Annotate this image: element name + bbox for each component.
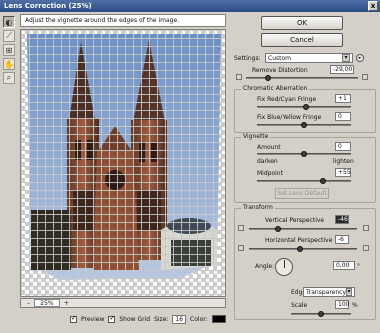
show-grid-label: Show Grid: [119, 315, 151, 323]
red-cyan-field[interactable]: +1: [335, 94, 351, 103]
zoom-out-button[interactable]: –: [27, 300, 30, 307]
grid-color-swatch[interactable]: [211, 315, 226, 323]
cancel-button[interactable]: Cancel: [261, 33, 343, 47]
edge-dropdown[interactable]: Transparency ▾: [303, 287, 355, 297]
remove-distortion-field[interactable]: -29,00: [330, 65, 354, 74]
chevron-down-icon: ▾: [346, 288, 352, 296]
grid-color-label: Color:: [190, 315, 208, 323]
red-cyan-thumb[interactable]: [302, 104, 309, 110]
chevron-down-icon: ▾: [342, 54, 350, 62]
scale-thumb[interactable]: [318, 311, 324, 317]
horizontal-right-icon: [363, 245, 369, 251]
red-cyan-slider[interactable]: [257, 104, 351, 110]
grid-size-label: Size:: [154, 315, 169, 323]
red-cyan-label: Fix Red/Cyan Fringe: [257, 96, 317, 103]
angle-field[interactable]: 0,00: [333, 261, 355, 270]
hand-tool-icon[interactable]: ✋: [3, 58, 15, 70]
angle-label: Angle:: [255, 263, 275, 270]
chromatic-title: Chromatic Aberration: [241, 85, 310, 92]
tool-palette: ◐ ⟋ ⊞ ✋ ⌕: [3, 16, 17, 86]
horizontal-perspective-label: Horizontal Perspective: [265, 237, 333, 244]
horizontal-perspective-field[interactable]: -6: [335, 235, 349, 244]
chromatic-group: Chromatic Aberration Fix Red/Cyan Fringe…: [234, 85, 376, 133]
vertical-perspective-field[interactable]: -46: [335, 215, 349, 224]
grid-size-field[interactable]: 16: [172, 314, 187, 324]
midpoint-label: Midpoint: [257, 170, 283, 177]
midpoint-field[interactable]: +55: [335, 168, 351, 177]
zoom-in-button[interactable]: +: [64, 300, 69, 307]
image-preview[interactable]: [20, 29, 226, 297]
angle-unit: °: [357, 263, 360, 270]
close-button[interactable]: x: [368, 1, 378, 11]
vertical-perspective-thumb[interactable]: [275, 226, 282, 232]
vertical-left-icon: [238, 225, 244, 231]
scale-label: Scale: [291, 302, 308, 309]
pincushion-icon: [236, 74, 242, 80]
preview-label: Preview: [81, 315, 105, 323]
midpoint-thumb[interactable]: [319, 178, 326, 184]
zoom-bar: – 25% +: [20, 298, 226, 308]
amount-thumb[interactable]: [301, 151, 307, 157]
settings-label: Settings:: [234, 54, 261, 62]
ok-button[interactable]: OK: [261, 16, 343, 30]
lighten-label: lighten: [333, 158, 354, 165]
preview-checkbox[interactable]: [70, 314, 77, 323]
settings-panel: Settings: Custom ▾ ▸ Remove Distortion -…: [234, 52, 376, 324]
remove-distortion-slider[interactable]: [246, 75, 358, 81]
angle-dial[interactable]: [275, 258, 293, 276]
amount-field[interactable]: 0: [335, 142, 351, 151]
darken-label: darken: [257, 158, 278, 165]
settings-row: Settings: Custom ▾ ▸: [234, 52, 376, 64]
edge-value: Transparency: [306, 288, 347, 296]
hint-text: Adjust the vignette around the edges of …: [20, 14, 226, 27]
blue-yellow-slider[interactable]: [257, 122, 351, 128]
vignette-group: Vignette Amount 0 darken lighten Midpoin…: [234, 133, 376, 203]
straighten-tool-icon[interactable]: ⟋: [3, 30, 15, 42]
vignette-title: Vignette: [241, 133, 271, 140]
window-titlebar: Lens Correction (25%) x: [0, 0, 380, 12]
scale-field[interactable]: 100: [335, 300, 349, 309]
vertical-right-icon: [363, 225, 369, 231]
amount-label: Amount: [257, 144, 281, 151]
settings-value: Custom: [268, 54, 291, 62]
transform-title: Transform: [241, 204, 275, 211]
set-lens-default-button[interactable]: Set Lens Default: [275, 188, 329, 199]
remove-distortion-tool-icon[interactable]: ◐: [3, 16, 15, 28]
scale-unit: %: [352, 302, 358, 309]
remove-distortion-thumb[interactable]: [265, 75, 272, 81]
preview-grid: [21, 30, 225, 296]
show-grid-checkbox[interactable]: [108, 314, 116, 323]
horizontal-perspective-slider[interactable]: [249, 246, 357, 252]
blue-yellow-thumb[interactable]: [301, 122, 307, 128]
move-grid-tool-icon[interactable]: ⊞: [3, 44, 15, 56]
zoom-level-field[interactable]: 25%: [33, 299, 60, 307]
horizontal-left-icon: [238, 245, 244, 251]
scale-slider[interactable]: [291, 311, 351, 317]
window-title: Lens Correction (25%): [4, 2, 92, 10]
transform-group: Transform Vertical Perspective -46 Horiz…: [234, 204, 376, 320]
remove-distortion-label: Remove Distortion: [252, 67, 308, 74]
horizontal-perspective-thumb[interactable]: [296, 246, 303, 252]
blue-yellow-field[interactable]: 0: [335, 112, 351, 121]
amount-slider[interactable]: [257, 151, 351, 157]
settings-menu-icon[interactable]: ▸: [356, 54, 364, 62]
preview-options: Preview Show Grid Size: 16 Color:: [70, 313, 230, 325]
barrel-icon: [362, 74, 368, 80]
vertical-perspective-slider[interactable]: [249, 226, 357, 232]
blue-yellow-label: Fix Blue/Yellow Fringe: [257, 114, 322, 121]
settings-dropdown[interactable]: Custom ▾: [265, 53, 353, 63]
midpoint-slider[interactable]: [257, 178, 351, 184]
zoom-tool-icon[interactable]: ⌕: [3, 72, 15, 84]
vertical-perspective-label: Vertical Perspective: [265, 217, 325, 224]
